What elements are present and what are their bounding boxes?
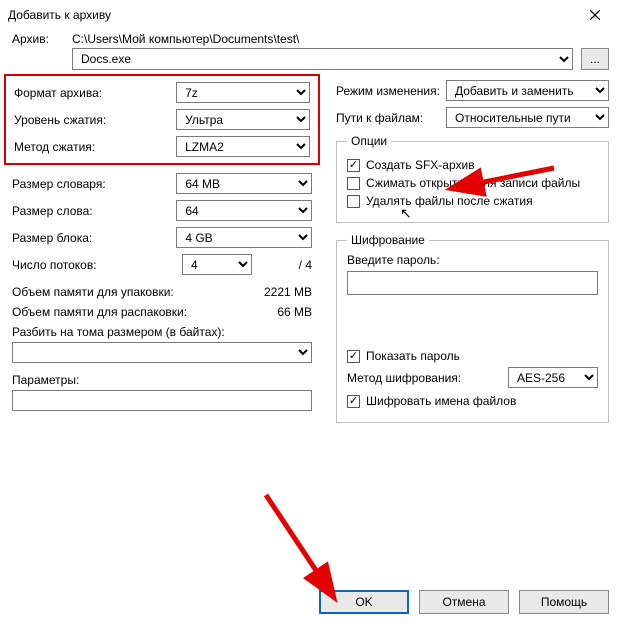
shared-checkbox[interactable] [347,177,360,190]
params-input[interactable] [12,390,312,411]
level-label: Уровень сжатия: [14,113,176,127]
close-icon [590,10,600,20]
method-select[interactable]: LZMA2 [176,136,310,157]
ok-button-label: OK [355,595,372,609]
highlight-box: Формат архива: 7z Уровень сжатия: Ультра… [4,74,320,165]
split-select[interactable] [12,342,312,363]
cancel-button-label: Отмена [442,595,485,609]
mem-pack-value: 2221 MB [248,285,312,299]
ok-button[interactable]: OK [319,590,409,614]
show-password-label: Показать пароль [366,349,460,363]
sfx-label: Создать SFX-архив [366,158,475,172]
help-button-label: Помощь [541,595,587,609]
cursor-icon: ↖ [400,205,412,222]
close-button[interactable] [577,4,613,26]
threads-total: / 4 [299,258,312,272]
threads-label: Число потоков: [12,258,182,272]
encryption-legend: Шифрование [347,233,429,247]
sfx-checkbox[interactable] [347,159,360,172]
options-legend: Опции [347,134,391,148]
delete-label: Удалять файлы после сжатия [366,194,533,208]
enc-names-checkbox[interactable] [347,395,360,408]
enc-names-label: Шифровать имена файлов [366,394,516,408]
mem-pack-label: Объем памяти для упаковки: [12,285,248,299]
dict-label: Размер словаря: [12,177,176,191]
block-select[interactable]: 4 GB [176,227,312,248]
password-label: Введите пароль: [347,253,598,267]
cancel-button[interactable]: Отмена [419,590,509,614]
shared-label: Сжимать открытые для записи файлы [366,176,580,190]
mem-unpack-value: 66 MB [248,305,312,319]
options-fieldset: Опции Создать SFX-архив Сжимать открытые… [336,134,609,223]
password-input[interactable] [347,271,598,295]
show-password-checkbox[interactable] [347,350,360,363]
help-button[interactable]: Помощь [519,590,609,614]
window-title: Добавить к архиву [8,8,111,22]
dict-select[interactable]: 64 MB [176,173,312,194]
params-label: Параметры: [12,373,312,387]
threads-select[interactable]: 4 [182,254,252,275]
split-label: Разбить на тома размером (в байтах): [12,325,312,339]
method-label: Метод сжатия: [14,140,176,154]
word-select[interactable]: 64 [176,200,312,221]
enc-method-label: Метод шифрования: [347,371,508,385]
paths-label: Пути к файлам: [336,111,446,125]
level-select[interactable]: Ультра [176,109,310,130]
update-select[interactable]: Добавить и заменить [446,80,609,101]
ellipsis-icon: ... [590,52,600,66]
format-label: Формат архива: [14,86,176,100]
format-select[interactable]: 7z [176,82,310,103]
word-label: Размер слова: [12,204,176,218]
enc-method-select[interactable]: AES-256 [508,367,598,388]
paths-select[interactable]: Относительные пути [446,107,609,128]
archive-path-text: C:\Users\Мой компьютер\Documents\test\ [72,32,299,46]
annotation-arrow-ok [256,490,336,593]
browse-button[interactable]: ... [581,48,609,70]
mem-unpack-label: Объем памяти для распаковки: [12,305,248,319]
encryption-fieldset: Шифрование Введите пароль: Показать паро… [336,233,609,423]
delete-checkbox[interactable] [347,195,360,208]
archive-filename-select[interactable]: Docs.exe [72,48,573,70]
block-label: Размер блока: [12,231,176,245]
update-label: Режим изменения: [336,84,446,98]
archive-label: Архив: [12,32,72,46]
